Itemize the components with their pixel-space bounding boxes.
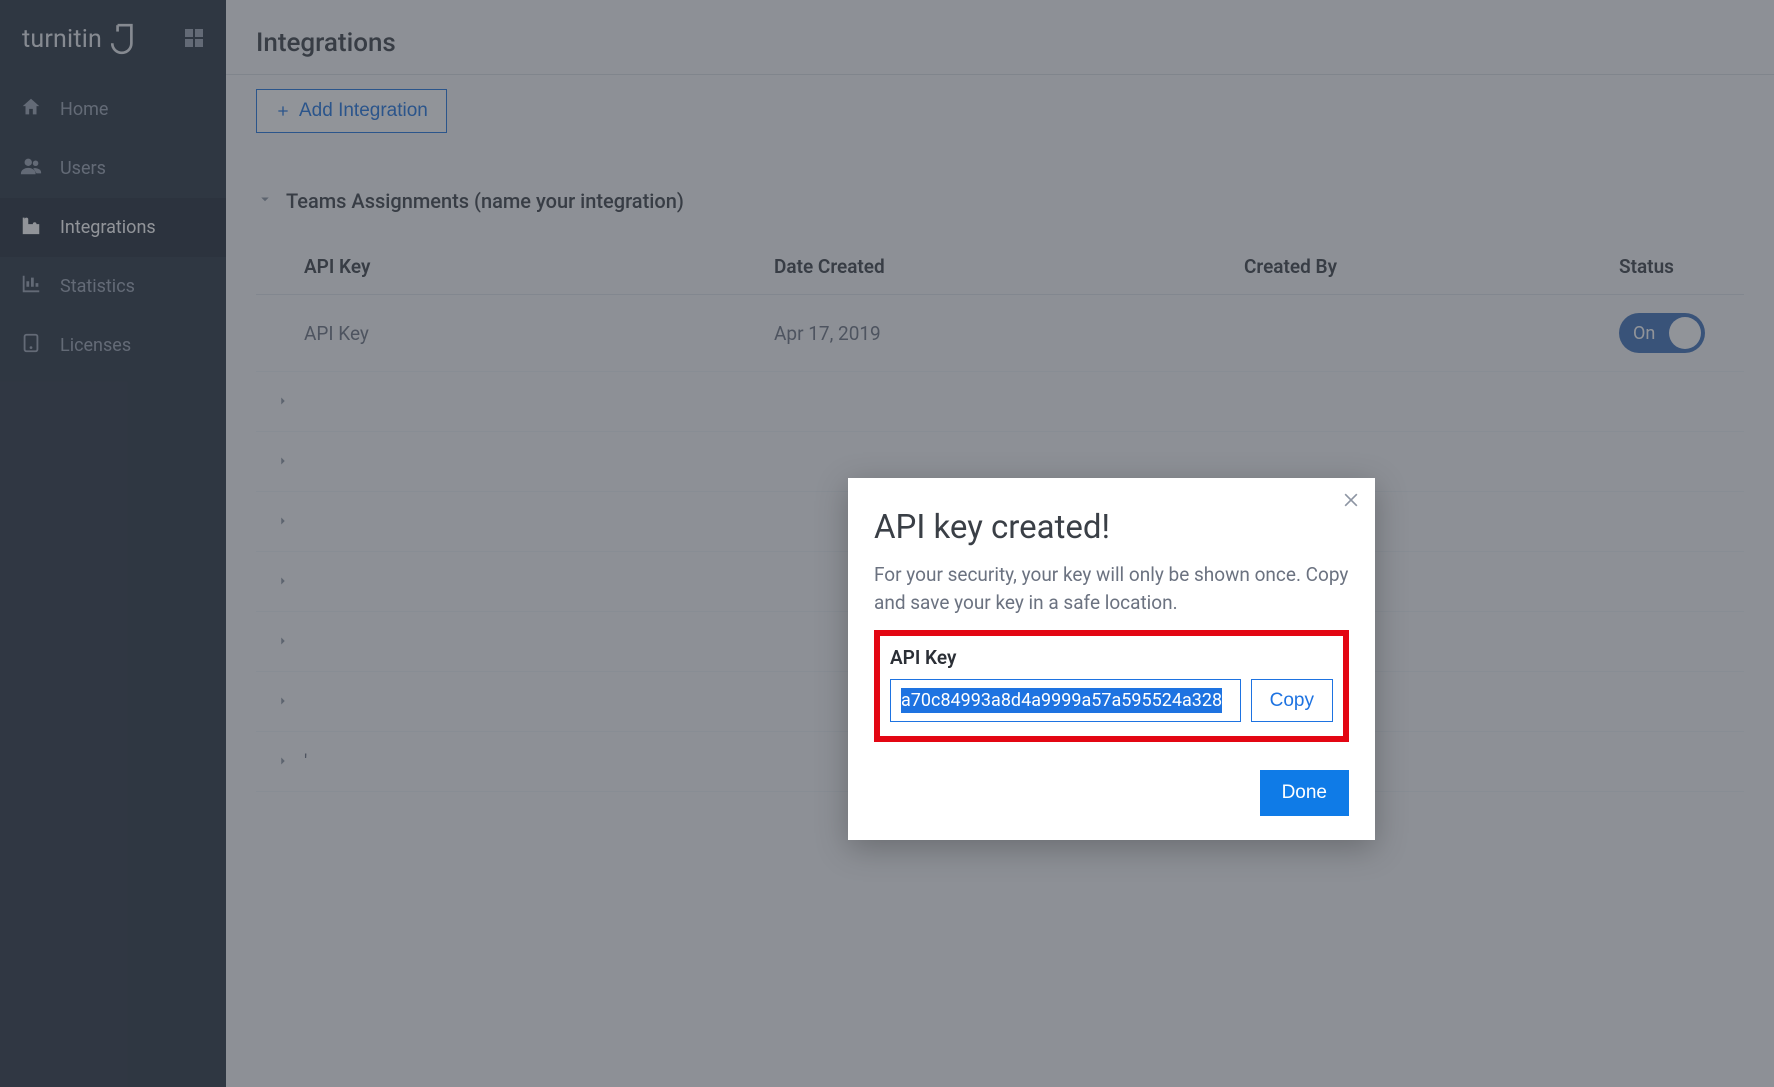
api-key-highlight: API Key a70c84993a8d4a9999a57a595524a328… xyxy=(874,630,1349,742)
api-key-value: a70c84993a8d4a9999a57a595524a328 xyxy=(901,688,1222,713)
api-key-row: a70c84993a8d4a9999a57a595524a328 Copy xyxy=(890,679,1333,722)
done-label: Done xyxy=(1282,782,1327,803)
close-button[interactable] xyxy=(1341,490,1361,513)
modal-title: API key created! xyxy=(874,508,1349,547)
modal-actions: Done xyxy=(874,770,1349,816)
close-icon xyxy=(1341,490,1361,510)
modal-body: For your security, your key will only be… xyxy=(874,561,1349,616)
api-key-input[interactable]: a70c84993a8d4a9999a57a595524a328 xyxy=(890,679,1241,722)
copy-button[interactable]: Copy xyxy=(1251,679,1333,722)
copy-label: Copy xyxy=(1270,690,1314,711)
api-key-modal: API key created! For your security, your… xyxy=(848,478,1375,840)
done-button[interactable]: Done xyxy=(1260,770,1349,816)
api-key-label: API Key xyxy=(890,646,1333,669)
